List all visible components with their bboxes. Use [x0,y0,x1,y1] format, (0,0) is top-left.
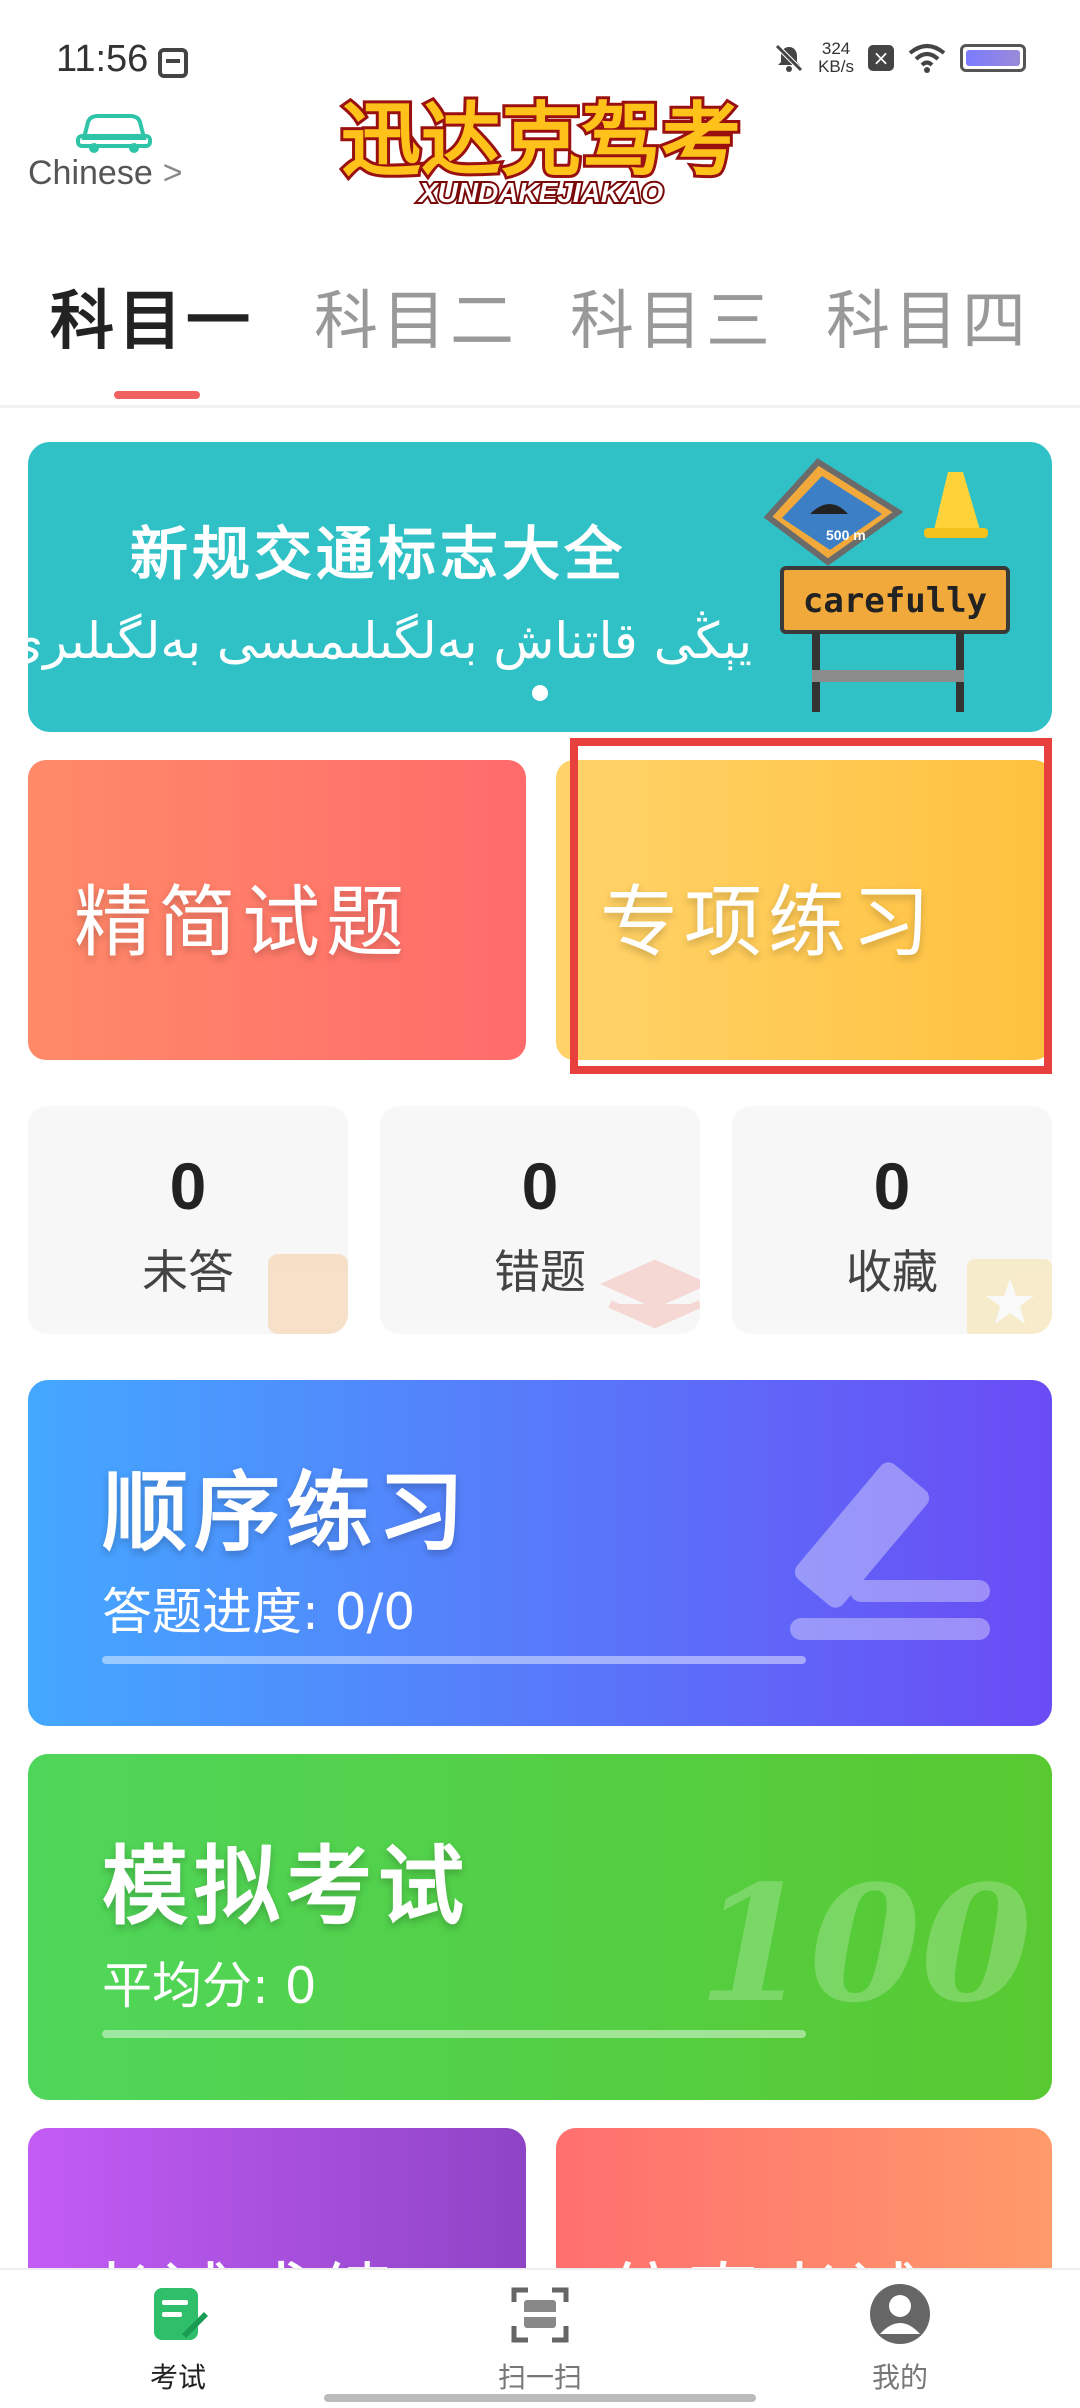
wifi-icon [908,44,946,73]
svg-text:XUNDAKEJIAKAO: XUNDAKEJIAKAO [417,177,663,208]
exam-paper-icon [268,1254,348,1334]
average-score-label: 平均分: 0 [102,1957,317,2015]
tab-subject-1[interactable]: 科目一 [50,270,254,362]
tab-subject-4[interactable]: 科目四 [826,270,1030,362]
stat-unanswered[interactable]: 0 未答 [28,1106,348,1334]
sequential-practice-card[interactable]: 顺序练习 答题进度: 0/0 [28,1380,1052,1726]
bottom-navigation: 考试 扫一扫 我的 [0,2268,1080,2408]
svg-text:carefully: carefully [803,581,987,621]
mock-exam-card[interactable]: 模拟考试 平均分: 0 100 [28,1754,1052,2100]
nav-scan-label: 扫一扫 [497,2361,582,2394]
chevron-right-icon: > [162,154,183,192]
stat-wrong[interactable]: 0 错题 [380,1106,700,1334]
calendar-icon [158,48,188,78]
nav-profile-label: 我的 [871,2361,928,2394]
stat-wrong-value: 0 [521,1149,559,1223]
condensed-questions-label: 精简试题 [74,878,411,968]
profile-icon [870,2284,930,2344]
status-icons: 324 KB/s × [774,40,1026,76]
close-box-icon: × [868,45,894,71]
battery-icon [960,44,1026,72]
status-time: 11:56 [56,38,149,80]
mock-exam-title: 模拟考试 [102,1837,470,1937]
net-speed: 324 KB/s [818,40,854,76]
nav-profile[interactable]: 我的 [800,2282,1000,2396]
bell-off-icon [775,44,803,72]
banner-title: 新规交通标志大全 [130,520,627,588]
app-logo: 迅达克驾考 XUNDAKEJIAKAO [338,91,744,210]
car-icon [76,114,152,153]
language-label: Chinese [28,154,153,192]
language-switch[interactable]: Chinese > [28,154,183,193]
road-sign-illustration: 500 m carefully [763,458,1010,712]
stack-icon [600,1259,700,1329]
pencil-icon [790,1462,990,1640]
tab-indicator [114,391,200,399]
net-speed-unit: KB/s [818,57,854,76]
stat-unanswered-value: 0 [169,1149,207,1223]
carousel-dot [532,685,548,701]
nav-scan[interactable]: 扫一扫 [440,2282,640,2396]
condensed-questions-card[interactable]: 精简试题 [28,760,526,1060]
stat-favorites-value: 0 [873,1149,911,1223]
score-100-decoration: 100 [698,1850,1032,2038]
tab-subject-3[interactable]: 科目三 [570,270,774,362]
scan-icon [511,2287,569,2343]
highlight-box [570,738,1052,1074]
nav-exam-label: 考试 [149,2361,206,2394]
header: Chinese > 迅达克驾考 XUNDAKEJIAKAO [0,91,1080,230]
subject-tabs: 科目一 科目二 科目三 科目四 [0,258,1080,408]
net-speed-value: 324 [821,39,851,58]
stat-favorites[interactable]: 0 收藏 [732,1106,1052,1334]
exam-icon [154,2288,208,2340]
traffic-signs-banner[interactable]: 新规交通标志大全 يېڭى قاتناش بەلگىلىمىسى بەلگىلى… [28,442,1052,732]
home-indicator[interactable] [324,2394,756,2402]
svg-text:迅达克驾考: 迅达克驾考 [341,94,741,187]
star-folder-icon [967,1259,1052,1334]
svg-text:500 m: 500 m [826,527,866,543]
tab-subject-2[interactable]: 科目二 [314,270,518,362]
answer-progress-label: 答题进度: 0/0 [102,1583,416,1641]
nav-exam[interactable]: 考试 [78,2282,278,2396]
banner-subtitle: يېڭى قاتناش بەلگىلىمىسى بەلگىلىرى [28,612,752,670]
answer-progress-bar [102,1656,806,1664]
sequential-practice-title: 顺序练习 [102,1463,470,1563]
